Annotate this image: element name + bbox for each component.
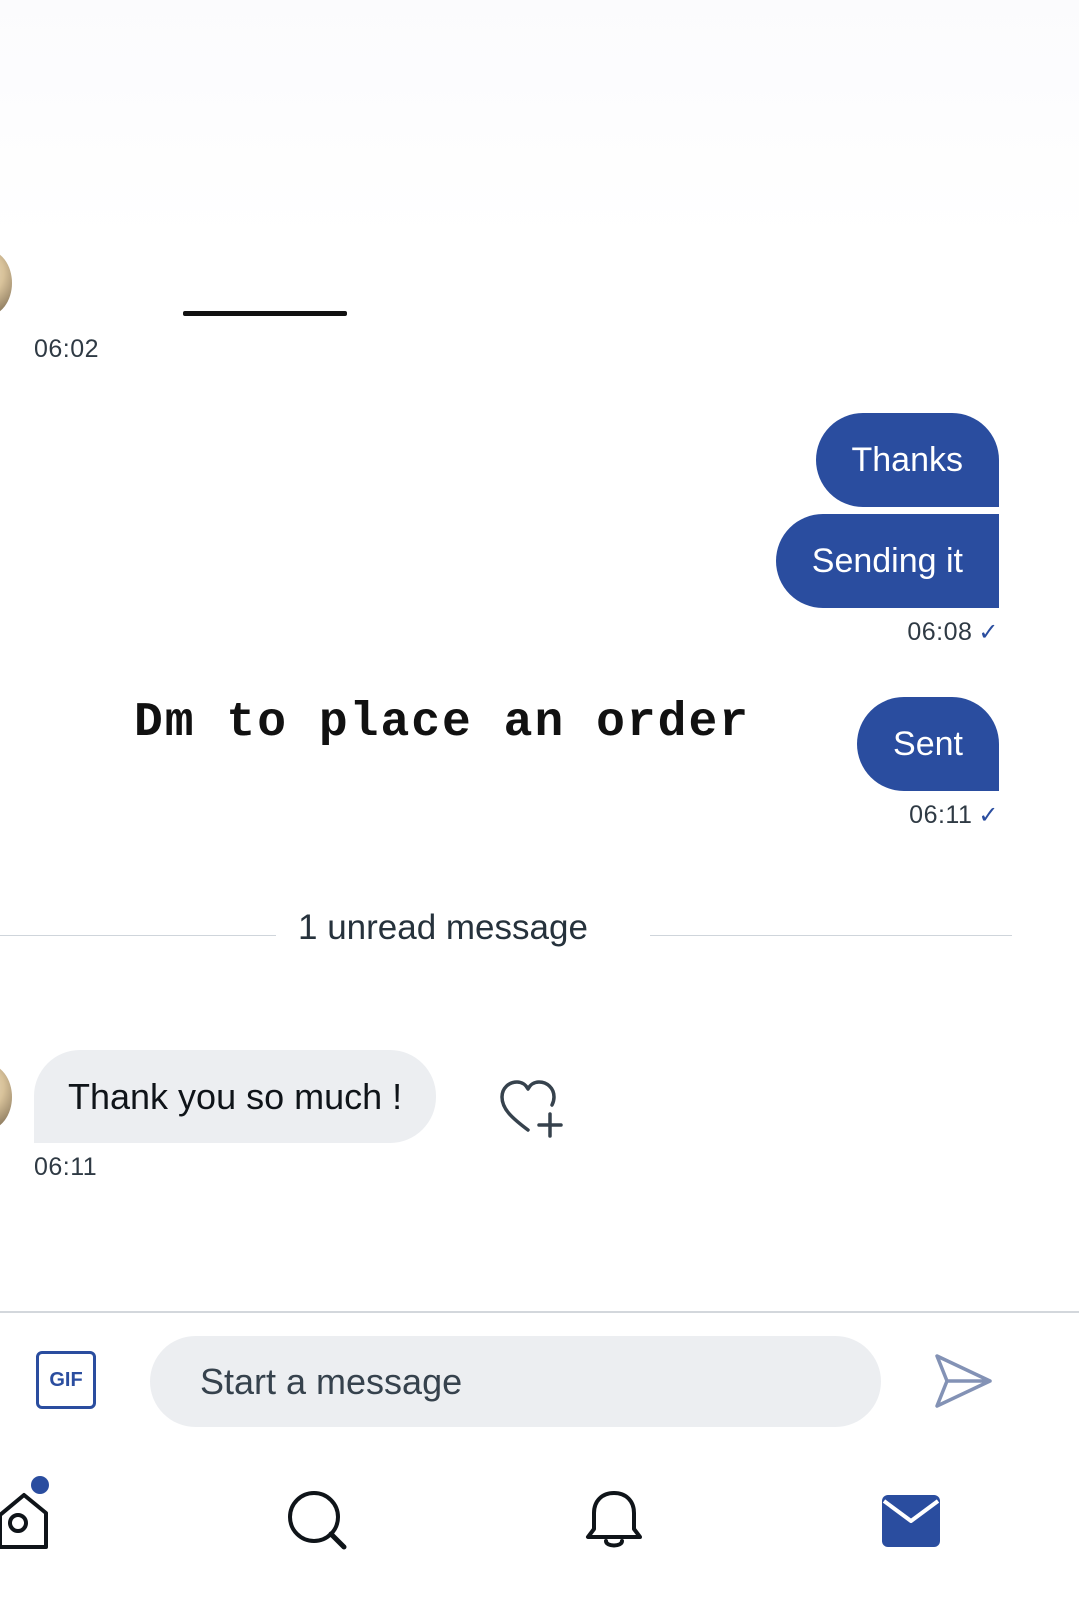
overlay-caption: Dm to place an order [134,696,751,750]
incoming-message[interactable]: Thank you so much ! [34,1050,437,1143]
divider [650,935,1012,936]
notification-dot [31,1476,49,1494]
message-timestamp: 06:11 ✓ [909,801,999,830]
search-icon[interactable] [278,1475,358,1555]
avatar[interactable] [0,250,12,316]
outgoing-message[interactable]: Sending it [775,514,999,608]
mail-icon[interactable] [874,1475,954,1555]
gif-button[interactable]: GIF [36,1351,96,1409]
avatar[interactable] [0,1064,12,1130]
message-timestamp: 06:08 ✓ [907,618,999,647]
timestamp-text: 06:08 [907,618,973,646]
check-icon: ✓ [978,619,999,646]
check-icon: ✓ [978,802,999,829]
composer-divider [0,1311,1079,1313]
bell-icon[interactable] [574,1475,654,1555]
timestamp-text: 06:11 [909,801,973,829]
unread-divider-label: 1 unread message [298,908,588,947]
message-timestamp: 06:02 [34,335,100,363]
redacted-message [183,311,347,316]
message-timestamp: 06:11 [34,1153,98,1181]
heart-plus-icon[interactable] [498,1076,570,1138]
header-area [0,0,1079,240]
outgoing-message[interactable]: Sent [857,697,999,791]
divider [0,935,276,936]
outgoing-message[interactable]: Thanks [815,413,999,507]
send-icon[interactable] [932,1350,994,1412]
message-input[interactable] [150,1336,881,1427]
